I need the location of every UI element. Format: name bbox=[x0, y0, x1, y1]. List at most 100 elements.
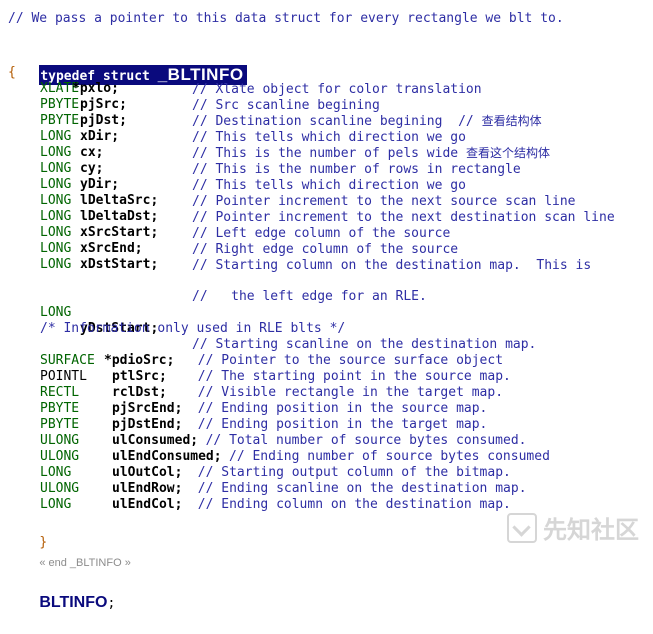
field-row: LONG lDeltaDst; // Pointer increment to th… bbox=[8, 209, 649, 225]
field-name: ulEndCol; bbox=[112, 497, 182, 513]
field-identifier: rclDst; bbox=[112, 385, 167, 400]
field-type: ULONG bbox=[40, 481, 80, 496]
field-comment: // Ending column on the destination map. bbox=[198, 497, 511, 513]
field-comment: // Pointer increment to the next source … bbox=[192, 193, 583, 210]
field-identifier: ulEndConsumed; bbox=[112, 449, 222, 464]
field-type: LONG bbox=[40, 193, 72, 208]
field-name: pjSrc; bbox=[80, 97, 127, 113]
end-semicolon: ; bbox=[107, 596, 116, 611]
field-row: LONG xDir; // This tells which direction w… bbox=[8, 129, 649, 145]
comment-text: // Visible rectangle in the target map. bbox=[197, 385, 504, 400]
field-name: lDeltaSrc; bbox=[80, 193, 158, 209]
watermark: 先知社区 bbox=[507, 510, 639, 545]
field-list: XLATE *pxlo;// Xlate object for color tra… bbox=[8, 81, 649, 273]
section-comment: /* Information only used in RLE blts */ bbox=[40, 321, 346, 336]
field-row: LONG ulOutCol; // Starting output column o… bbox=[8, 465, 649, 481]
comment-text: // Ending scanline on the destination ma… bbox=[197, 481, 527, 496]
field-name: pjSrcEnd; bbox=[112, 401, 182, 417]
field-identifier: xSrcEnd; bbox=[80, 241, 143, 256]
field-row: LONG cx; // This is the number of pels wid… bbox=[8, 145, 649, 161]
comment-text: // Pointer increment to the next source … bbox=[192, 194, 576, 209]
field-comment: // Ending position in the target map. bbox=[198, 417, 488, 433]
comment-text: // Ending position in the source map. bbox=[197, 401, 488, 416]
field-name: rclDst; bbox=[112, 385, 167, 401]
field-identifier: pjDstEnd; bbox=[112, 417, 183, 432]
field-identifier: lDeltaDst; bbox=[80, 209, 159, 224]
field-comment: // Right edge column of the source bbox=[192, 241, 466, 258]
chinese-annotation: 查看结构体 bbox=[481, 114, 542, 128]
field-row: ULONG ulConsumed; // Total number of sourc… bbox=[8, 433, 649, 449]
field-type: PBYTE bbox=[40, 417, 80, 432]
field-comment: // This tells which direction we go bbox=[192, 129, 474, 146]
field-type: LONG bbox=[40, 161, 72, 176]
field-name: ulConsumed; bbox=[112, 433, 198, 449]
field-row: LONG lDeltaSrc; // Pointer increment to th… bbox=[8, 193, 649, 209]
field-comment: // Ending scanline on the destination ma… bbox=[198, 481, 527, 497]
field-comment: // Visible rectangle in the target map. bbox=[198, 385, 503, 401]
comment-text: // This tells which direction we go bbox=[192, 130, 466, 145]
field-type: PBYTE bbox=[40, 401, 80, 416]
typedef-alias-name: BLTINFO bbox=[39, 594, 108, 611]
field-name: lDeltaDst; bbox=[80, 209, 158, 225]
field-row: POINTL ptlSrc; // The starting point in th… bbox=[8, 369, 649, 385]
field-type: LONG bbox=[40, 225, 72, 240]
field-type: ULONG bbox=[40, 433, 80, 448]
field-type: LONG bbox=[40, 465, 72, 480]
field-type: LONG bbox=[40, 145, 72, 160]
chinese-annotation: 查看这个结构体 bbox=[465, 146, 550, 160]
field-comment: // Pointer to the source surface object bbox=[198, 353, 503, 369]
pointer-star: * bbox=[72, 81, 80, 96]
comment-text: // Pointer to the source surface object bbox=[197, 353, 504, 368]
field-name: ptlSrc; bbox=[112, 369, 167, 385]
field-row: ULONG ulEndRow; // Ending scanline on the … bbox=[8, 481, 649, 497]
struct-declaration: typedef struct _BLTINFO bbox=[8, 43, 649, 85]
field-comment: // This is the number of rows in rectang… bbox=[192, 161, 529, 178]
comment-text: // Ending position in the target map. bbox=[197, 417, 488, 432]
field-name: cy; bbox=[80, 161, 103, 177]
field-type: LONG bbox=[40, 257, 72, 272]
field-name: ulOutCol; bbox=[112, 465, 182, 481]
field-identifier: ulEndRow; bbox=[112, 481, 183, 496]
comment-text: // Destination scanline begining // bbox=[192, 114, 474, 129]
field-type: LONG bbox=[40, 241, 72, 256]
field-type: LONG bbox=[40, 209, 72, 224]
field-identifier: ulEndCol; bbox=[112, 497, 183, 512]
field-row: PBYTE pjDst; // Destination scanline begin… bbox=[8, 113, 649, 129]
field-row: PBYTE pjSrc; // Src scanline begining bbox=[8, 97, 649, 113]
continuation-line: // the left edge for an RLE. bbox=[8, 273, 649, 304]
field-type: LONG bbox=[40, 305, 72, 320]
field-identifier: pdioSrc; bbox=[111, 353, 175, 368]
comment-text: // Ending number of source bytes consume… bbox=[229, 449, 550, 464]
field-row: PBYTE pjDstEnd; // Ending position in the … bbox=[8, 417, 649, 433]
field-row: PBYTE pjSrcEnd; // Ending position in the … bbox=[8, 401, 649, 417]
field-comment: // This is the number of pels wide 查看这个结… bbox=[192, 145, 550, 162]
pointer-star: * bbox=[104, 353, 112, 368]
field-identifier: pjSrcEnd; bbox=[112, 401, 183, 416]
close-brace: } bbox=[39, 535, 48, 550]
end-marker[interactable]: « end _BLTINFO » bbox=[39, 557, 131, 569]
field-identifier: xDstStart; bbox=[80, 257, 159, 272]
field-identifier: ulConsumed; bbox=[112, 433, 199, 448]
open-brace: { bbox=[8, 65, 16, 80]
comment-text: // This tells which direction we go bbox=[192, 178, 466, 193]
field-row: LONG xSrcEnd; // Right edge column of the … bbox=[8, 241, 649, 257]
field-comment: // Src scanline begining bbox=[192, 97, 388, 114]
field-identifier: pjDst; bbox=[80, 113, 127, 128]
field-comment: // The starting point in the source map. bbox=[198, 369, 511, 385]
field-comment: // Total number of source bytes consumed… bbox=[206, 433, 527, 449]
field-row: RECTL rclDst; // Visible rectangle in the … bbox=[8, 385, 649, 401]
comment-text: // Ending column on the destination map. bbox=[197, 497, 511, 512]
field-comment: // Starting scanline on the destination … bbox=[192, 337, 537, 352]
field-type: LONG bbox=[40, 177, 72, 192]
comment-text: // This is the number of pels wide bbox=[192, 146, 459, 161]
field-type: PBYTE bbox=[40, 97, 80, 112]
comment-text: // Src scanline begining bbox=[192, 98, 380, 113]
field-identifier: xSrcStart; bbox=[80, 225, 159, 240]
comment-text: // Starting column on the destination ma… bbox=[192, 258, 592, 273]
comment-text: // Xlate object for color translation bbox=[192, 82, 482, 97]
field-comment: // Destination scanline begining // 查看结构… bbox=[192, 113, 542, 130]
xianzhi-logo-icon bbox=[507, 512, 537, 543]
field-type: POINTL bbox=[40, 369, 87, 384]
